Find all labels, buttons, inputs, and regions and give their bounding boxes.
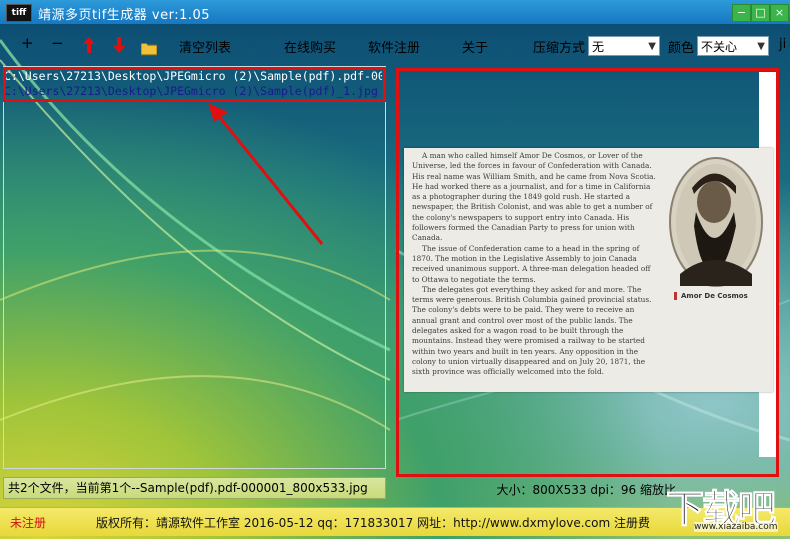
portrait-image xyxy=(669,157,763,287)
unregistered-label: 未注册 xyxy=(10,516,47,530)
image-info-status: 大小：800X533 dpi：96 缩放比 xyxy=(496,483,677,497)
preview-paragraph: A man who called himself Amor De Cosmos,… xyxy=(412,151,656,243)
preview-paragraph: The delegates got everything they asked … xyxy=(412,284,652,377)
watermark-url: www.xiazaiba.com xyxy=(694,522,778,532)
portrait-caption: Amor De Cosmos xyxy=(674,292,748,300)
preview-image: A man who called himself Amor De Cosmos,… xyxy=(404,148,773,392)
preview-paragraph: The issue of Confederation came to a hea… xyxy=(412,243,651,284)
caption-marker xyxy=(674,292,677,300)
preview-text: A man who called himself Amor De Cosmos,… xyxy=(412,151,660,378)
site-watermark: 下载吧 www.xiazaiba.com xyxy=(665,480,788,538)
file-status-bar: 共2个文件，当前第1个--Sample(pdf).pdf-000001_800x… xyxy=(3,477,386,499)
caption-text: Amor De Cosmos xyxy=(681,292,748,300)
copyright-text: 版权所有：靖源软件工作室 2016-05-12 qq：171833017 网址：… xyxy=(96,516,650,530)
